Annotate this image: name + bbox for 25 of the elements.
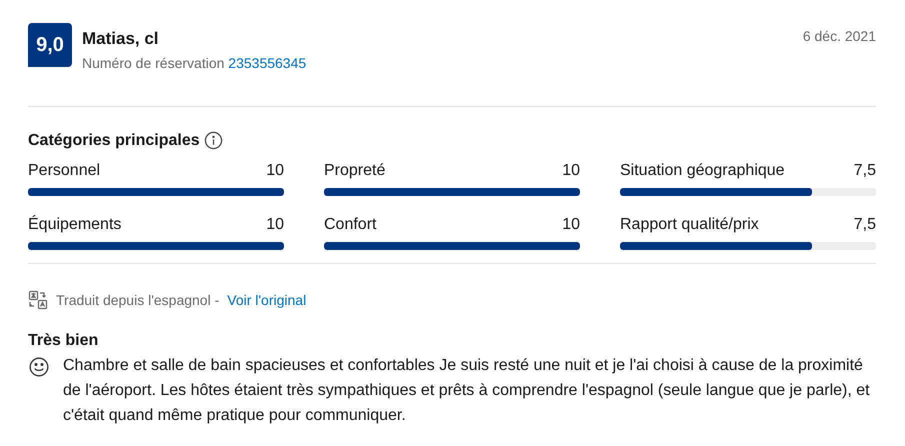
review-date: 6 déc. 2021 <box>802 27 876 44</box>
category-label: Équipements <box>28 214 122 235</box>
score-badge: 9,0 <box>28 23 72 67</box>
translate-icon <box>28 290 48 310</box>
view-original-link[interactable]: Voir l'original <box>227 292 306 308</box>
category-label: Propreté <box>324 161 386 181</box>
category-label: Confort <box>324 215 376 235</box>
booking-number-link[interactable]: 2353556345 <box>228 55 306 71</box>
info-icon[interactable] <box>204 131 223 150</box>
category-score: 10 <box>266 215 284 235</box>
category-score: 10 <box>562 161 580 181</box>
category-score: 10 <box>266 161 284 181</box>
smiley-icon <box>29 357 49 377</box>
category-label: Rapport qualité/prix <box>620 215 759 235</box>
category-score: 7,5 <box>854 161 876 181</box>
category-score: 10 <box>562 215 580 235</box>
category-label: Personnel <box>28 161 100 181</box>
booking-label: Numéro de réservation <box>82 55 224 71</box>
category-label: Situation géographique <box>620 161 785 181</box>
translation-note: Traduit depuis l'espagnol - <box>56 292 220 308</box>
review-title: Très bien <box>28 332 100 350</box>
section-title: Catégories principales <box>28 132 200 150</box>
category-score: 7,5 <box>854 215 876 235</box>
review-text: Chambre et salle de bain spacieuses et confortables Je suis resté une nuit et je l'ai choisi à cause de la proximité de l'aéroport. Les hôtes étaient très sympathiques et prêts à comprendre l'espagnol (seule langue que je parle), et c'était quand même pratique pour communiquer. <box>63 356 871 426</box>
reviewer-name: Matias, cl <box>82 29 160 49</box>
